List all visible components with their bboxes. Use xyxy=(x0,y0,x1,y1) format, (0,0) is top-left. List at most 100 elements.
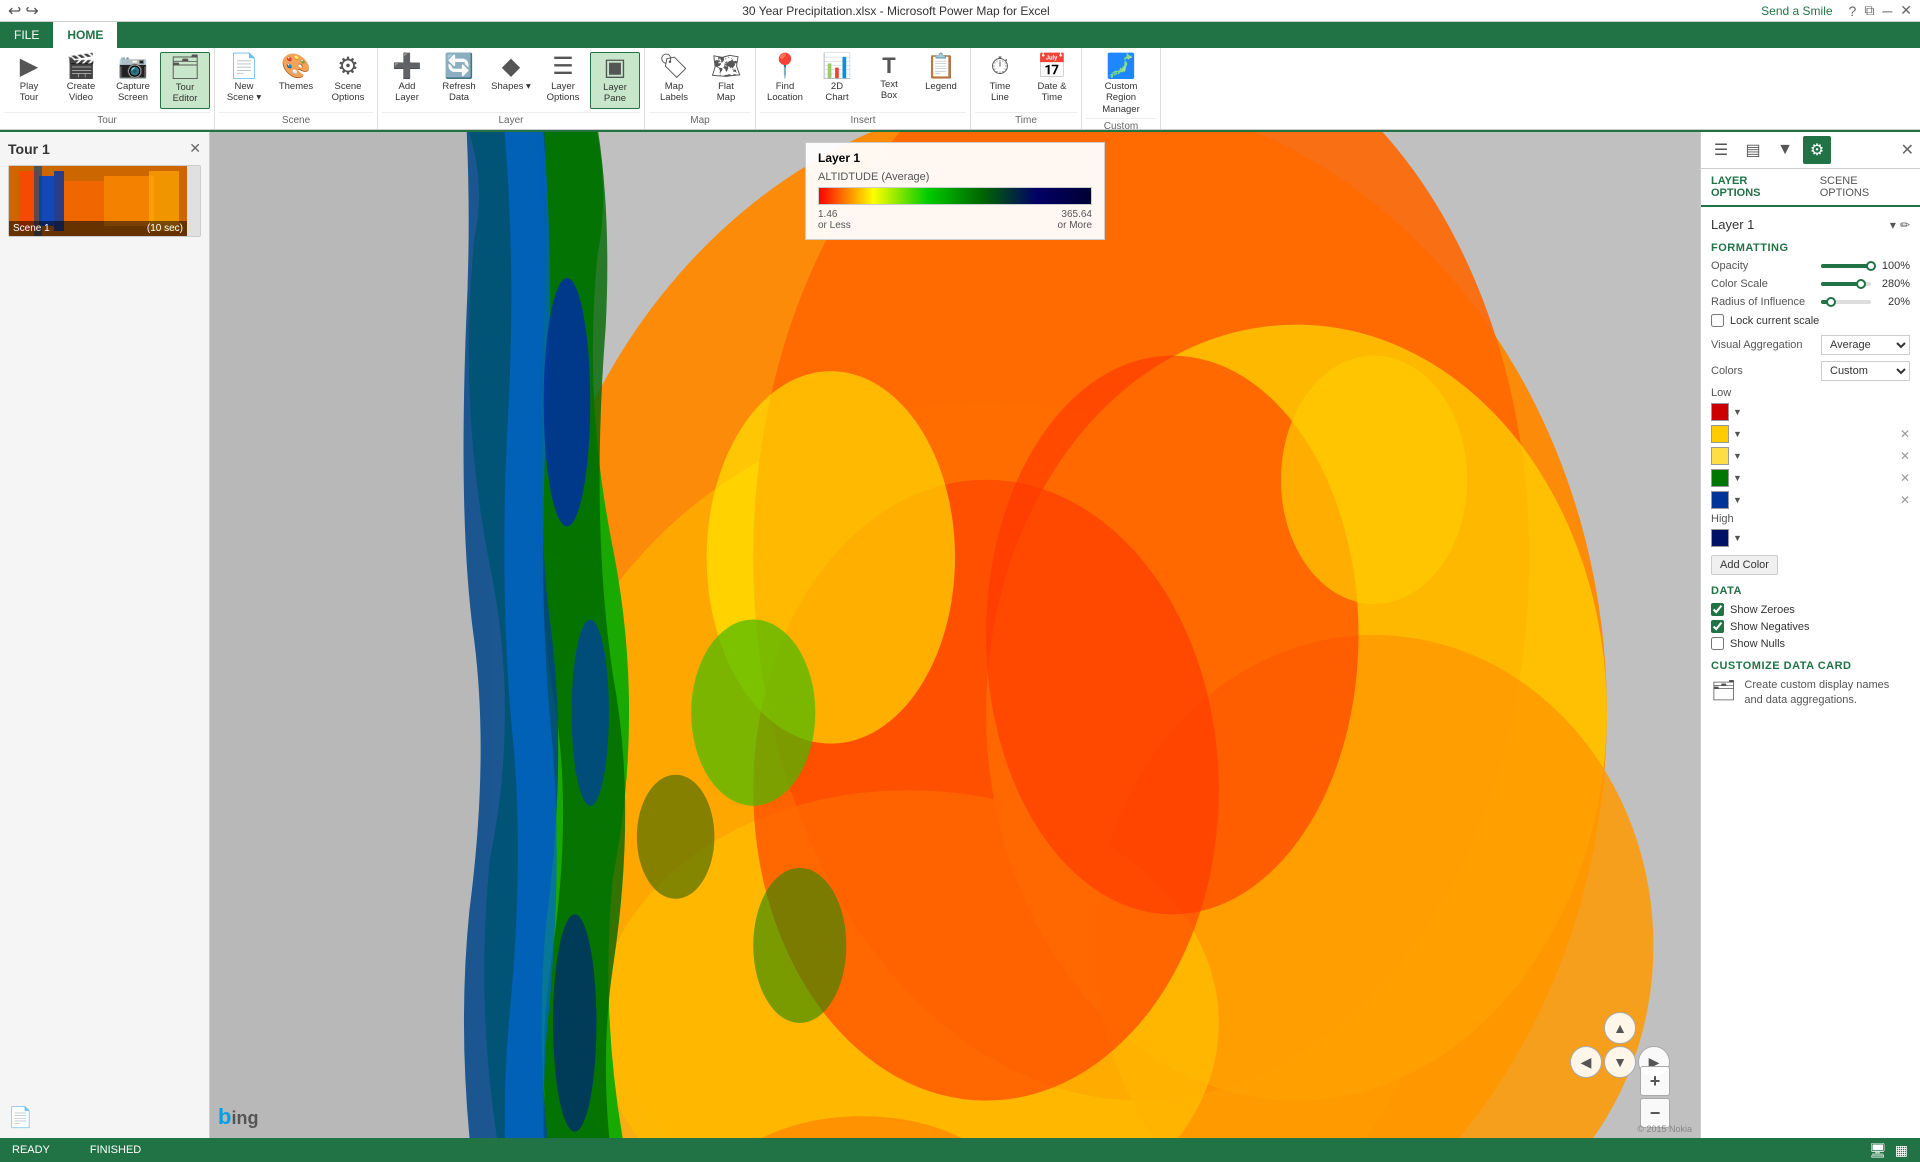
scene-options-icon: ⚙ xyxy=(337,55,359,79)
color-swatch-blue[interactable] xyxy=(1711,491,1729,509)
radius-thumb[interactable] xyxy=(1826,297,1836,307)
tab-scene-options[interactable]: SCENE OPTIONS xyxy=(1810,169,1920,207)
ribbon-group-layer: ➕ AddLayer 🔄 RefreshData ◆ Shapes ▾ ☰ La… xyxy=(378,48,645,129)
capture-screen-button[interactable]: 📷 CaptureScreen xyxy=(108,52,158,107)
lock-scale-checkbox[interactable] xyxy=(1711,314,1724,327)
show-nulls-checkbox[interactable] xyxy=(1711,637,1724,650)
play-tour-button[interactable]: ▶ PlayTour xyxy=(4,52,54,107)
remove-color-2[interactable]: ✕ xyxy=(1900,427,1910,441)
tour-panel-close[interactable]: ✕ xyxy=(189,140,201,157)
map-labels-button[interactable]: 🏷 MapLabels xyxy=(649,52,699,107)
find-location-button[interactable]: 📍 FindLocation xyxy=(760,52,810,107)
shapes-icon: ◆ xyxy=(502,55,520,79)
color-scale-value: 280% xyxy=(1875,278,1910,290)
new-scene-button[interactable]: 📄 NewScene ▾ xyxy=(219,52,269,107)
remove-color-3[interactable]: ✕ xyxy=(1900,449,1910,463)
panel-close-button[interactable]: ✕ xyxy=(1901,140,1914,160)
layer-options-button[interactable]: ☰ LayerOptions xyxy=(538,52,588,107)
status-display-icon[interactable]: 🖥 xyxy=(1869,1142,1887,1159)
refresh-data-label: RefreshData xyxy=(442,81,475,104)
high-color-swatch: ▼ xyxy=(1711,529,1910,547)
high-color-swatch-item[interactable] xyxy=(1711,529,1729,547)
panel-list-icon[interactable]: ☰ xyxy=(1707,136,1735,164)
ribbon-group-items-map: 🏷 MapLabels 🗺 FlatMap xyxy=(649,48,751,112)
color-scale-thumb[interactable] xyxy=(1856,279,1866,289)
visual-aggregation-select[interactable]: Average Sum Count Min Max xyxy=(1821,335,1910,355)
legend-labels: 1.46 or Less 365.64 or More xyxy=(818,209,1092,231)
add-color-button[interactable]: Add Color xyxy=(1711,555,1778,575)
show-negatives-checkbox[interactable] xyxy=(1711,620,1724,633)
redo-btn[interactable]: ↪ xyxy=(25,1,38,21)
send-smile-link[interactable]: Send a Smile xyxy=(1753,2,1840,20)
find-location-icon: 📍 xyxy=(770,55,800,79)
layer-dropdown-icon[interactable]: ▾ xyxy=(1890,218,1896,232)
show-nulls-row: Show Nulls xyxy=(1711,637,1910,650)
radius-slider[interactable] xyxy=(1821,300,1871,304)
layer-edit-icon[interactable]: ✏ xyxy=(1900,218,1910,232)
main-layout: Tour 1 ✕ Scene 1 (10 sec) xyxy=(0,132,1920,1138)
scene-options-button[interactable]: ⚙ SceneOptions xyxy=(323,52,373,107)
ribbon-content: ▶ PlayTour 🎬 CreateVideo 📷 CaptureScreen… xyxy=(0,48,1920,130)
color-scale-slider[interactable] xyxy=(1821,282,1871,286)
color-swatch-4: ▼ ✕ xyxy=(1711,469,1910,487)
color-swatch-2: ▼ ✕ xyxy=(1711,425,1910,443)
create-video-button[interactable]: 🎬 CreateVideo xyxy=(56,52,106,107)
help-icon[interactable]: ? xyxy=(1849,3,1857,19)
opacity-slider[interactable] xyxy=(1821,264,1871,268)
color-swatch-red[interactable] xyxy=(1711,403,1729,421)
scene-thumbnail[interactable]: Scene 1 (10 sec) xyxy=(8,165,201,237)
custom-region-manager-button[interactable]: 🗾 Custom RegionManager xyxy=(1086,52,1156,118)
remove-color-5[interactable]: ✕ xyxy=(1900,493,1910,507)
minimize-icon[interactable]: ─ xyxy=(1882,3,1892,19)
show-zeroes-checkbox[interactable] xyxy=(1711,603,1724,616)
window-title: 30 Year Precipitation.xlsx - Microsoft P… xyxy=(39,4,1753,18)
show-negatives-label[interactable]: Show Negatives xyxy=(1730,621,1810,633)
refresh-data-icon: 🔄 xyxy=(444,55,474,79)
remove-color-4[interactable]: ✕ xyxy=(1900,471,1910,485)
lock-scale-label[interactable]: Lock current scale xyxy=(1730,315,1819,327)
tour-editor-button[interactable]: 🗂 TourEditor xyxy=(160,52,210,109)
new-scene-label: NewScene ▾ xyxy=(227,81,261,104)
tab-home[interactable]: HOME xyxy=(53,22,117,48)
undo-btn[interactable]: ↩ xyxy=(8,1,21,21)
visual-aggregation-control: Average Sum Count Min Max xyxy=(1821,335,1910,355)
tab-layer-options[interactable]: LAYER OPTIONS xyxy=(1701,169,1810,207)
add-layer-button[interactable]: ➕ AddLayer xyxy=(382,52,432,107)
nav-up-button[interactable]: ▲ xyxy=(1604,1012,1636,1044)
ribbon-group-items-tour: ▶ PlayTour 🎬 CreateVideo 📷 CaptureScreen… xyxy=(4,48,210,112)
zoom-in-button[interactable]: + xyxy=(1640,1066,1670,1096)
add-scene-icon[interactable]: 📄 xyxy=(8,1105,33,1130)
opacity-thumb[interactable] xyxy=(1866,261,1876,271)
2d-chart-button[interactable]: 📊 2DChart xyxy=(812,52,862,107)
legend-button[interactable]: 📋 Legend xyxy=(916,52,966,95)
nav-left-button[interactable]: ◀ xyxy=(1570,1046,1602,1078)
panel-layers-icon[interactable]: ▤ xyxy=(1739,136,1767,164)
colors-select[interactable]: Custom Default Colorblind Safe xyxy=(1821,361,1910,381)
close-window-icon[interactable]: ✕ xyxy=(1900,2,1912,19)
layer-pane-button[interactable]: ▣ LayerPane xyxy=(590,52,640,109)
ribbon-group-items-layer: ➕ AddLayer 🔄 RefreshData ◆ Shapes ▾ ☰ La… xyxy=(382,48,640,112)
legend-min-group: 1.46 or Less xyxy=(818,209,851,231)
legend-max-value: 365.64 xyxy=(1058,209,1092,220)
panel-filter-icon[interactable]: ▼ xyxy=(1771,136,1799,164)
tab-file[interactable]: FILE xyxy=(0,22,53,48)
refresh-data-button[interactable]: 🔄 RefreshData xyxy=(434,52,484,107)
show-zeroes-label[interactable]: Show Zeroes xyxy=(1730,604,1795,616)
tour-editor-label: TourEditor xyxy=(173,82,198,105)
shapes-button[interactable]: ◆ Shapes ▾ xyxy=(486,52,536,95)
time-line-button[interactable]: ⏱ TimeLine xyxy=(975,52,1025,107)
shapes-label: Shapes ▾ xyxy=(491,81,531,92)
flat-map-button[interactable]: 🗺 FlatMap xyxy=(701,52,751,107)
nav-down-button[interactable]: ▼ xyxy=(1604,1046,1636,1078)
show-nulls-label[interactable]: Show Nulls xyxy=(1730,638,1785,650)
color-swatch-yellow1[interactable] xyxy=(1711,425,1729,443)
color-swatch-yellow2[interactable] xyxy=(1711,447,1729,465)
date-time-button[interactable]: 📅 Date &Time xyxy=(1027,52,1077,107)
opacity-control: 100% xyxy=(1821,260,1910,272)
text-box-button[interactable]: T TextBox xyxy=(864,52,914,105)
themes-button[interactable]: 🎨 Themes xyxy=(271,52,321,95)
status-grid-icon[interactable]: ▦ xyxy=(1895,1142,1908,1159)
restore-icon[interactable]: ⧉ xyxy=(1864,2,1874,19)
color-swatch-green[interactable] xyxy=(1711,469,1729,487)
panel-settings-icon[interactable]: ⚙ xyxy=(1803,136,1831,164)
